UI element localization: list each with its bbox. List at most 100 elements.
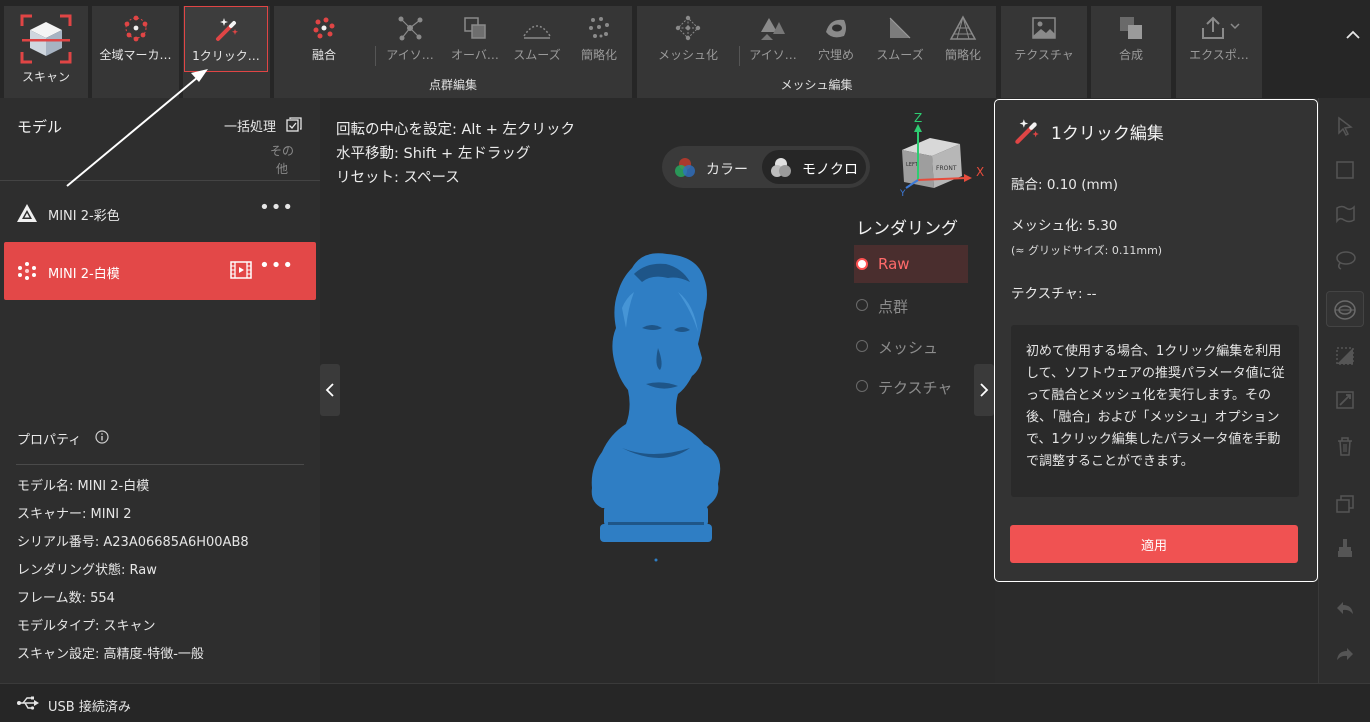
gizmo-x-label: X	[976, 165, 984, 179]
model-panel-title: モデル	[17, 118, 63, 136]
scan-label: スキャン	[21, 70, 70, 84]
film-icon[interactable]	[230, 261, 252, 279]
invert-selection-icon	[1336, 347, 1354, 365]
mesh-simplify-button[interactable]: 簡略化	[933, 6, 993, 72]
layered-sphere-icon	[1334, 300, 1356, 320]
copy-button[interactable]	[1331, 490, 1359, 518]
right-tool-rail	[1318, 98, 1370, 683]
global-marker-label: 全域マーカ…	[99, 48, 172, 62]
3d-viewport[interactable]: 回転の中心を設定: Alt + 左クリック 水平移動: Shift + 左ドラッ…	[320, 98, 995, 683]
brush-icon	[1338, 539, 1352, 557]
texture-label: テクスチャ	[1014, 48, 1074, 62]
undo-icon	[1337, 602, 1353, 614]
collapse-left-panel-button[interactable]	[320, 364, 340, 416]
fusion-button[interactable]: 融合	[286, 6, 362, 72]
gizmo-y-label: Y	[899, 189, 906, 199]
color-mode-button[interactable]: カラー	[666, 150, 758, 184]
texture-button[interactable]: テクスチャ	[1001, 6, 1087, 72]
scanned-bust-model[interactable]	[582, 248, 732, 568]
scan-icon	[20, 14, 72, 64]
one-click-edit-button[interactable]: 1クリック…	[184, 6, 268, 72]
render-option-point-cloud[interactable]: 点群	[854, 286, 968, 324]
rect-select-button[interactable]	[1331, 156, 1359, 184]
fusion-label: 融合	[311, 48, 336, 62]
more-options-icon[interactable]: •••	[259, 197, 294, 218]
invert-select-button[interactable]	[1331, 342, 1359, 370]
mesh-isolate-icon	[761, 18, 785, 40]
grid-size-value: (≈ グリッドサイズ: 0.11mm)	[1011, 244, 1163, 257]
point-simplify-button[interactable]: 簡略化	[570, 6, 628, 72]
color-circles-icon	[675, 158, 695, 177]
point-cloud-edit-group: 融合 アイソ… オーバ… スムーズ 簡略化 点群編集	[274, 6, 632, 98]
mesh-smooth-button[interactable]: スムーズ	[869, 6, 931, 72]
render-option-label: 点群	[878, 298, 909, 316]
prop-scan-setting: スキャン設定: 高精度-特徴-一般	[17, 647, 204, 662]
hint-pan: 水平移動: Shift + 左ドラッグ	[336, 146, 531, 162]
usb-icon	[17, 696, 39, 710]
panel-divider	[0, 180, 320, 181]
info-icon[interactable]	[95, 430, 109, 444]
cleanup-button[interactable]	[1331, 534, 1359, 562]
color-mode-toggle: カラー モノクロ	[662, 146, 870, 188]
meshing-icon	[675, 15, 701, 41]
copy-icon	[1336, 495, 1354, 513]
lasso-select-button[interactable]	[1331, 246, 1359, 274]
delete-button[interactable]	[1331, 432, 1359, 460]
render-option-label: メッシュ	[878, 339, 939, 357]
batch-process-button[interactable]: 一括処理	[224, 116, 276, 135]
collapse-right-panel-button[interactable]	[974, 364, 994, 416]
overlap-button[interactable]: オーバ…	[442, 6, 508, 72]
meshing-value: メッシュ化: 5.30	[1011, 218, 1118, 234]
mesh-simplify-label: 簡略化	[944, 48, 981, 62]
more-options-icon[interactable]: •••	[259, 255, 294, 276]
model-item-white[interactable]: MINI 2-白模 •••	[4, 242, 316, 300]
render-option-raw[interactable]: Raw	[854, 245, 968, 283]
magic-wand-icon	[216, 18, 238, 41]
properties-divider	[16, 464, 304, 465]
export-button[interactable]: エクスポ…	[1176, 6, 1262, 72]
prop-scanner: スキャナー: MINI 2	[17, 507, 132, 522]
hole-fill-label: 穴埋め	[817, 48, 854, 62]
mono-mode-button[interactable]: モノクロ	[762, 150, 866, 184]
undo-button[interactable]	[1331, 594, 1359, 622]
color-mode-label: カラー	[706, 162, 748, 178]
magic-wand-icon	[1015, 119, 1039, 144]
export-group: エクスポ…	[1176, 6, 1262, 98]
trash-icon	[1338, 437, 1352, 456]
polygon-select-button[interactable]	[1331, 200, 1359, 228]
through-select-button[interactable]	[1326, 291, 1364, 327]
redo-button[interactable]	[1331, 640, 1359, 668]
mesh-isolate-button[interactable]: アイソ…	[741, 6, 805, 72]
polygon-icon	[1336, 205, 1355, 224]
usb-status-text: USB 接続済み	[48, 700, 131, 715]
select-tool-button[interactable]	[1331, 112, 1359, 140]
one-click-group: 1クリック…	[183, 6, 270, 98]
batch-checkbox-icon[interactable]	[286, 117, 302, 133]
model-item-color[interactable]: MINI 2-彩色 •••	[4, 184, 316, 242]
hole-fill-button[interactable]: 穴埋め	[805, 6, 867, 72]
lasso-icon	[1336, 251, 1356, 270]
render-option-mesh[interactable]: メッシュ	[854, 327, 968, 365]
chevron-right-icon	[980, 383, 989, 397]
meshing-label: メッシュ化	[657, 48, 718, 62]
collapse-toolbar-icon[interactable]	[1346, 30, 1360, 40]
meshing-button[interactable]: メッシュ化	[647, 6, 729, 72]
smooth-icon	[523, 25, 551, 39]
texture-group: テクスチャ	[1001, 6, 1087, 98]
axis-gizmo[interactable]: FRONT LEFT Z X Y	[890, 110, 990, 200]
merge-button[interactable]: 合成	[1091, 6, 1171, 72]
rendering-title: レンダリング	[856, 219, 958, 239]
render-option-texture[interactable]: テクスチャ	[854, 367, 968, 405]
apply-button[interactable]: 適用	[1010, 525, 1298, 563]
point-isolate-button[interactable]: アイソ…	[378, 6, 442, 72]
scan-group: スキャン	[4, 6, 88, 98]
connected-select-button[interactable]	[1331, 386, 1359, 414]
radio-icon	[856, 380, 868, 392]
radio-icon	[856, 340, 868, 352]
prop-model-name: モデル名: MINI 2-白模	[17, 479, 150, 494]
global-marker-button[interactable]: 全域マーカ…	[92, 6, 179, 72]
point-smooth-button[interactable]: スムーズ	[508, 6, 566, 72]
mesh-simplify-icon	[949, 15, 977, 40]
rectangle-icon	[1336, 161, 1354, 179]
scan-button[interactable]: スキャン	[4, 6, 88, 92]
